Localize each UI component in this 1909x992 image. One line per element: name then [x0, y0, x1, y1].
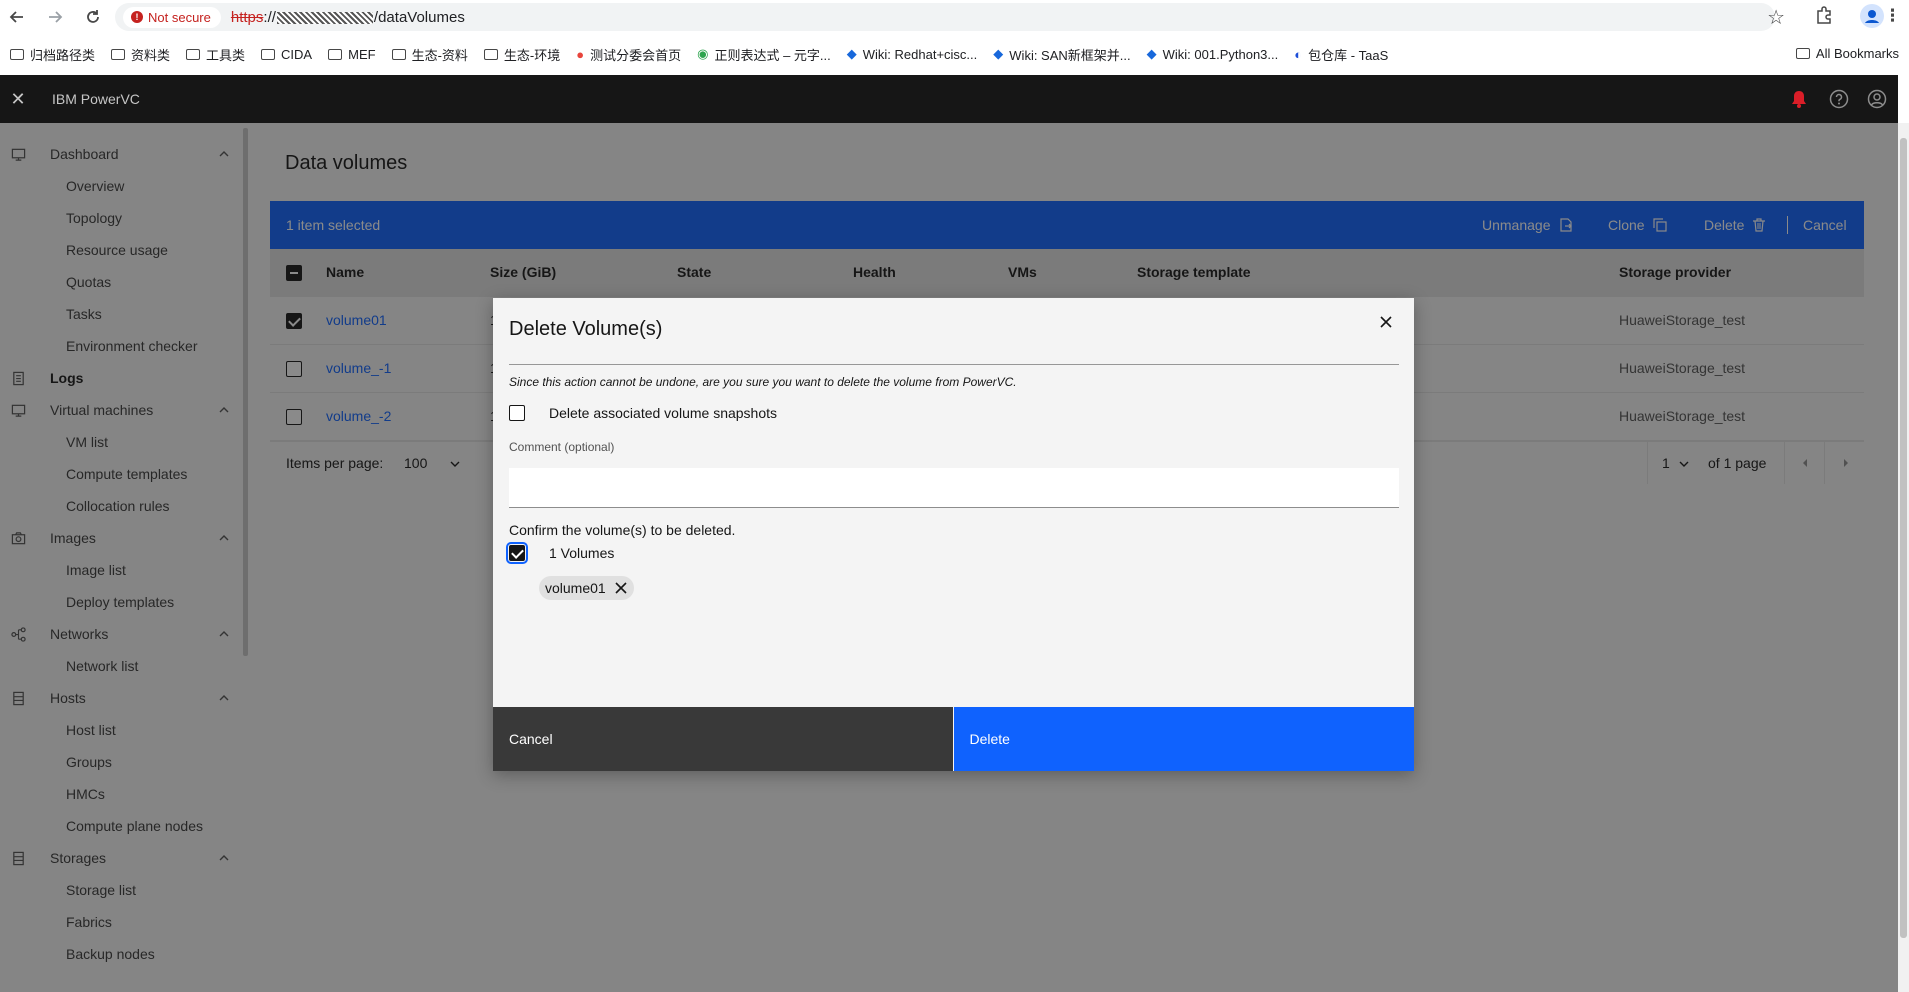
bookmark-item[interactable]: CIDA [261, 47, 312, 62]
wiki-icon: ◆ [846, 46, 857, 61]
profile-icon[interactable] [1860, 4, 1884, 28]
forward-icon[interactable] [40, 2, 70, 32]
bookmark-item[interactable]: ◆ Wiki: SAN新框架并... [993, 45, 1130, 64]
folder-icon [1795, 48, 1810, 59]
address-bar[interactable]: ! Not secure https:// /dataVolumes [115, 3, 1775, 31]
modal-footer: Cancel Delete [493, 707, 1414, 771]
bookmark-label: 测试分委会首页 [590, 47, 682, 63]
bookmark-item[interactable]: ◆ Wiki: 001.Python3... [1147, 46, 1279, 62]
bookmark-item[interactable]: 归档路径类 [10, 45, 95, 64]
bookmark-item[interactable]: ● 测试分委会首页 [576, 45, 681, 64]
page-scrollbar[interactable] [1898, 123, 1909, 992]
confirm-volumes-option[interactable]: 1 Volumes [506, 542, 615, 564]
folder-icon [261, 48, 276, 60]
delete-warning-text: Since this action cannot be undone, are … [509, 375, 1017, 389]
site-icon: ◐ [1294, 46, 1303, 62]
bookmarks-bar: 归档路径类 资料类 工具类 CIDA MEF 生态-资料 生态-环境 ● 测试分委… [0, 40, 1909, 68]
user-avatar-icon[interactable] [1866, 88, 1888, 110]
url-protocol: https [230, 8, 264, 26]
bookmark-label: 工具类 [206, 47, 246, 63]
delete-confirm-button[interactable]: Delete [953, 707, 1414, 771]
wiki-icon: ◆ [1146, 46, 1157, 61]
app-title: IBM PowerVC [52, 91, 140, 107]
volumes-count-label: 1 Volumes [549, 545, 615, 561]
close-nav-icon[interactable]: ✕ [0, 89, 36, 110]
folder-icon [111, 48, 126, 60]
back-icon[interactable] [2, 2, 32, 32]
url-path: /dataVolumes [373, 8, 465, 26]
bookmark-item[interactable]: 资料类 [111, 45, 170, 64]
folder-icon [483, 48, 498, 60]
delete-snapshots-label: Delete associated volume snapshots [549, 405, 778, 421]
bookmark-label: CIDA [281, 46, 313, 62]
folder-icon [186, 48, 201, 60]
bookmark-item[interactable]: 工具类 [186, 45, 245, 64]
volume-tag: volume01 [539, 576, 634, 600]
bookmark-item[interactable]: 生态-环境 [483, 45, 561, 64]
volume-tag-label: volume01 [545, 580, 606, 596]
security-label: Not secure [148, 9, 211, 25]
bookmark-item[interactable]: MEF [328, 46, 376, 62]
bookmark-item[interactable]: ◆ Wiki: Redhat+cisc... [847, 46, 978, 62]
comment-input[interactable] [509, 468, 1399, 508]
site-icon: ◉ [697, 46, 709, 61]
bookmark-label: Wiki: 001.Python3... [1162, 46, 1279, 62]
bookmark-star-icon[interactable]: ☆ [1767, 5, 1785, 30]
remove-tag-icon[interactable] [614, 581, 628, 595]
url-text: https:// /dataVolumes [231, 9, 465, 26]
bookmark-label: Wiki: Redhat+cisc... [862, 46, 978, 62]
delete-snapshots-option[interactable]: Delete associated volume snapshots [509, 405, 777, 421]
modal-divider [509, 364, 1399, 365]
all-bookmarks-label: All Bookmarks [1815, 46, 1899, 61]
delete-snapshots-checkbox[interactable] [509, 405, 525, 421]
bookmark-label: MEF [348, 46, 376, 62]
bookmark-label: 资料类 [131, 47, 171, 63]
all-bookmarks[interactable]: All Bookmarks [1795, 46, 1899, 61]
help-icon[interactable] [1828, 88, 1850, 110]
bookmark-item[interactable]: 生态-资料 [391, 45, 468, 64]
folder-icon [328, 48, 343, 60]
folder-icon [10, 48, 24, 60]
warning-icon: ! [131, 11, 143, 23]
reload-icon[interactable] [78, 2, 108, 32]
bookmark-item[interactable]: ◉ 正则表达式 – 元字... [697, 45, 831, 64]
close-icon[interactable] [1376, 312, 1396, 332]
folder-icon [391, 48, 406, 60]
bookmark-label: 包仓库 - TaaS [1308, 47, 1389, 63]
cancel-button[interactable]: Cancel [493, 707, 953, 771]
redacted-host [276, 11, 373, 24]
extensions-icon[interactable] [1815, 6, 1833, 24]
app-header: ✕ IBM PowerVC [0, 75, 1898, 123]
confirm-volumes-checkbox[interactable] [506, 542, 528, 564]
notification-bell-icon[interactable] [1788, 88, 1810, 110]
security-indicator[interactable]: ! Not secure [123, 6, 221, 28]
bookmark-label: 正则表达式 – 元字... [714, 47, 831, 63]
bookmark-label: 生态-资料 [411, 47, 468, 63]
bookmark-label: Wiki: SAN新框架并... [1009, 47, 1131, 63]
browser-menu-icon[interactable]: ⋮ [1884, 6, 1901, 26]
site-icon: ● [576, 46, 585, 62]
bookmark-label: 归档路径类 [30, 47, 96, 63]
scrollbar-thumb[interactable] [1900, 138, 1907, 938]
confirm-text: Confirm the volume(s) to be deleted. [509, 522, 736, 538]
modal-title: Delete Volume(s) [509, 318, 663, 340]
bookmark-item[interactable]: ◐ 包仓库 - TaaS [1294, 45, 1388, 64]
comment-label: Comment (optional) [509, 440, 615, 454]
url-separator: :// [263, 8, 276, 26]
bookmark-label: 生态-环境 [503, 47, 561, 63]
delete-volume-modal: Delete Volume(s) Since this action canno… [493, 298, 1414, 771]
wiki-icon: ◆ [993, 46, 1004, 61]
